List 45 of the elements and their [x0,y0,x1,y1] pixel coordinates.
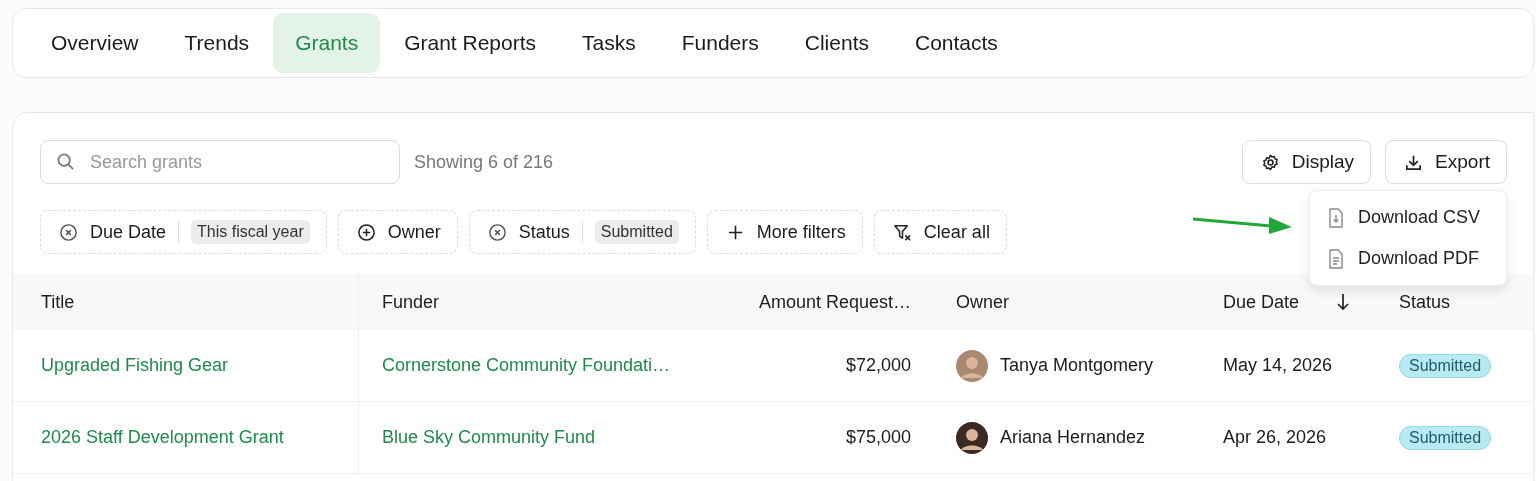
status-badge: Submitted [1399,425,1492,450]
result-count: Showing 6 of 216 [414,151,554,173]
gear-icon [1260,152,1280,172]
add-icon [356,222,376,242]
funder-link[interactable]: Blue Sky Community Fund [382,427,596,448]
grant-title-link[interactable]: 2026 Staff Development Grant [41,427,284,448]
amount-cell: $72,000 [845,355,911,376]
document-icon [1328,248,1344,269]
filter-chip[interactable]: Due Date This fiscal year [40,210,327,254]
tab[interactable]: Grant Reports [382,13,559,73]
column-header[interactable]: Funder [359,274,731,330]
filter-chip[interactable]: More filters [706,210,863,254]
grant-title-link[interactable]: Upgraded Fishing Gear [41,355,229,376]
avatar-icon [956,349,988,382]
filter-chip[interactable]: Clear all [873,210,1007,254]
remove-icon [487,222,507,242]
tab[interactable]: Contacts [893,13,1020,73]
column-header[interactable]: Title [13,274,359,330]
tab[interactable]: Trends [162,13,272,73]
status-badge: Submitted [1399,353,1492,378]
filter-chip[interactable]: Status Submitted [468,210,696,254]
owner-name: Ariana Hernandez [1000,427,1146,448]
avatar-icon [956,421,988,454]
amount-cell: $75,000 [845,427,911,448]
due-date-cell: Apr 26, 2026 [1223,427,1327,448]
tab[interactable]: Clients [782,13,891,73]
filter-value: This fiscal year [191,220,310,244]
filter-chip[interactable]: Owner [337,210,458,254]
menu-item[interactable]: Download CSV [1310,197,1506,238]
funder-link[interactable]: Cornerstone Community Foundati… [382,355,671,376]
tab[interactable]: Overview [29,13,161,73]
clear-filter-icon [892,222,912,242]
due-date-cell: May 14, 2026 [1223,355,1333,376]
tab[interactable]: Funders [659,13,781,73]
action-button[interactable]: Export [1385,140,1507,184]
column-header[interactable]: Owner [931,274,1201,330]
tab[interactable]: Tasks [560,13,658,73]
filter-value: Submitted [594,220,679,244]
search-field[interactable]: Search grants [40,140,400,184]
file-download-icon [1328,207,1344,228]
tab[interactable]: Grants [273,13,381,73]
column-header[interactable]: Amount Request… [731,274,931,330]
remove-icon [59,222,78,242]
action-button[interactable]: Display [1241,140,1372,184]
owner-name: Tanya Montgomery [1000,355,1154,376]
